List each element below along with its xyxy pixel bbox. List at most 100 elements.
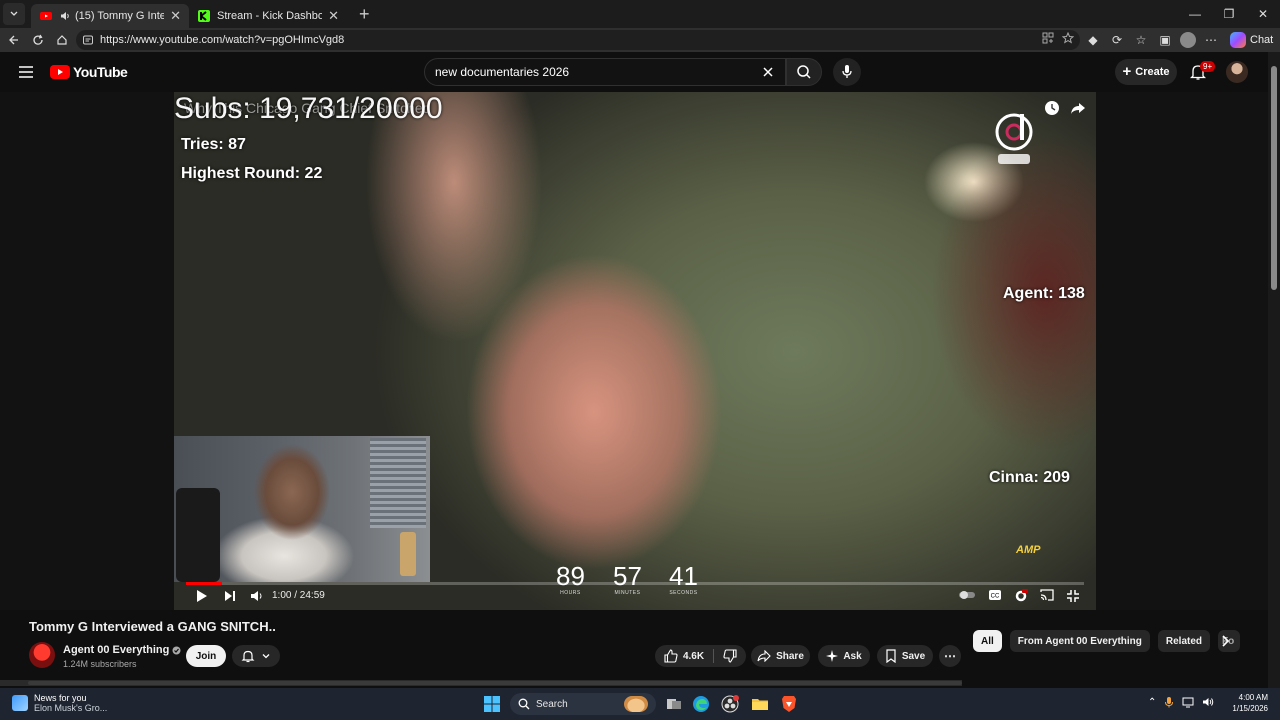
task-view-icon[interactable] [664,694,684,714]
like-dislike-group: 4.6K [655,645,746,667]
youtube-icon [40,12,52,20]
autoplay-toggle-icon[interactable] [958,589,976,601]
brave-browser-icon[interactable] [779,694,799,714]
plus-icon: + [1122,63,1132,80]
chip-related[interactable]: Related [1157,630,1211,652]
channel-avatar[interactable] [29,642,55,668]
close-window-icon[interactable]: ✕ [1246,0,1280,28]
page-scrollbar[interactable] [1268,52,1280,688]
clear-search-icon[interactable] [761,65,775,79]
next-icon[interactable] [224,589,236,603]
youtube-logo[interactable]: YouTube [50,64,128,80]
cast-icon[interactable] [1040,589,1054,601]
time-display: 1:00 / 24:59 [272,590,325,601]
progress-bar[interactable] [186,582,1084,585]
share-label: Share [776,650,804,662]
browser-tab-strip: (15) Tommy G Interviewed a G ✕ Stream - … [0,0,1280,28]
site-info-icon[interactable] [82,34,94,46]
tray-overflow-icon[interactable]: ⌃ [1148,697,1156,708]
voice-search-button[interactable] [833,58,861,86]
search-icon [797,65,811,79]
chat-label: Chat [1250,34,1274,46]
dislike-icon[interactable] [723,649,737,663]
create-button[interactable]: + Create [1115,59,1177,85]
back-icon[interactable] [2,28,26,52]
search-input[interactable]: new documentaries 2026 [424,58,786,86]
progress-played [186,582,222,585]
address-bar[interactable]: https://www.youtube.com/watch?v=pgOHImcV… [76,30,1080,50]
ask-button[interactable]: Ask [818,645,870,667]
share-arrow-icon[interactable] [1070,100,1086,116]
news-widget[interactable]: News for you Elon Musk's Gro... [12,693,107,713]
browser-toolbar: https://www.youtube.com/watch?v=pgOHImcV… [0,28,1280,52]
join-button[interactable]: Join [186,645,226,667]
cinna-score: Cinna: 209 [989,469,1070,486]
network-icon[interactable] [1182,696,1194,708]
volume-icon[interactable] [250,589,264,603]
svg-text:CC: CC [991,594,1000,600]
volume-tray-icon[interactable] [1202,696,1214,708]
weather-news-icon [12,695,28,711]
subtitles-icon[interactable]: CC [988,589,1002,601]
scrollbar-thumb[interactable] [1271,66,1277,290]
horizontal-scrollbar[interactable] [0,680,962,686]
notification-badge: 9+ [1200,61,1216,72]
news-title: News for you [34,693,87,703]
close-tab-icon[interactable]: ✕ [170,8,181,24]
share-button[interactable]: Share [751,645,810,667]
more-actions-button[interactable]: ⋯ [939,645,961,667]
taskbar-search[interactable]: Search [510,693,656,715]
related-filter-chips: All From Agent 00 Everything Related Fo [973,630,1241,652]
channel-name-link[interactable]: Agent 00 Everything [63,644,181,656]
profile-avatar[interactable] [1180,32,1196,48]
exit-fullscreen-icon[interactable] [1066,589,1080,603]
collections-icon[interactable]: ▣ [1156,31,1174,49]
watch-later-icon[interactable] [1044,100,1060,116]
microphone-icon [842,65,852,78]
tab-title: (15) Tommy G Interviewed a G [75,10,165,22]
new-tab-icon[interactable]: + [359,4,370,25]
edge-browser-icon[interactable] [691,694,711,714]
share-icon [757,650,771,662]
logo-text: YouTube [73,64,128,80]
tab-actions-button[interactable] [3,3,25,25]
refresh-icon[interactable] [26,28,50,52]
app-available-icon[interactable] [1042,32,1054,44]
windows-start-icon[interactable] [484,696,500,712]
like-icon[interactable] [664,649,678,663]
more-options-icon[interactable]: ⋯ [1202,31,1220,49]
search-button[interactable] [786,58,822,86]
horizontal-scrollbar-thumb[interactable] [28,681,962,685]
favorites-icon[interactable]: ☆ [1132,31,1150,49]
account-avatar[interactable] [1226,61,1248,83]
chevron-right-icon[interactable] [1218,633,1232,649]
restore-icon[interactable]: ❐ [1212,0,1246,28]
obs-studio-icon[interactable] [720,694,740,714]
tab-youtube[interactable]: (15) Tommy G Interviewed a G ✕ [31,4,189,28]
subscription-notifications-button[interactable] [232,645,280,667]
menu-icon[interactable] [18,65,34,79]
favorite-star-icon[interactable] [1062,32,1074,44]
search-value: new documentaries 2026 [435,65,570,79]
extensions-puzzle-icon[interactable]: ⟳ [1108,31,1126,49]
window-blinds [370,438,426,528]
like-count: 4.6K [682,650,705,662]
system-tray: ⌃ [1148,696,1214,708]
taskbar-clock[interactable]: 4:00 AM 1/15/2026 [1222,692,1268,714]
microphone-in-use-icon[interactable] [1164,696,1174,708]
extension-icon[interactable]: ◆ [1084,31,1102,49]
tab-kick[interactable]: Stream - Kick Dashboard ✕ [189,4,347,28]
sparkle-icon [826,650,839,662]
youtube-logo-icon [50,65,70,79]
play-icon[interactable] [196,589,208,603]
minimize-icon[interactable]: — [1178,0,1212,28]
chip-all[interactable]: All [973,630,1002,652]
chip-from-channel[interactable]: From Agent 00 Everything [1009,630,1150,652]
file-explorer-icon[interactable] [750,694,770,714]
speaker-icon[interactable] [59,10,71,22]
settings-gear-icon[interactable] [1014,589,1028,603]
save-button[interactable]: Save [877,645,933,667]
close-tab-icon[interactable]: ✕ [328,8,339,24]
home-icon[interactable] [50,28,74,52]
copilot-chat-button[interactable]: Chat [1230,32,1273,48]
